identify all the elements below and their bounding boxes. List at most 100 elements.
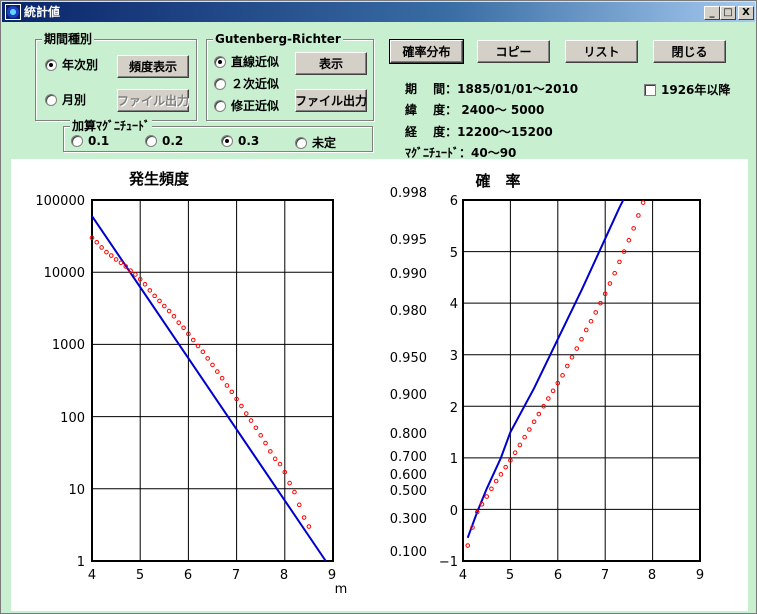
frequency-data-point xyxy=(210,362,215,368)
radio-yearly[interactable]: 年次別 xyxy=(45,56,98,73)
probability-data-point xyxy=(640,200,646,205)
maximize-button[interactable]: □ xyxy=(720,6,736,20)
radio-mag-0-1-label: 0.1 xyxy=(88,134,110,148)
app-icon xyxy=(5,4,21,20)
frequency-data-point xyxy=(239,403,244,409)
frequency-data-point xyxy=(108,253,114,258)
title-bar[interactable]: 統計値 _ □ X xyxy=(2,2,755,22)
probability-data-point xyxy=(498,472,504,477)
frequency-data-point xyxy=(301,515,307,520)
radio-mag-undefined-indicator xyxy=(295,136,307,149)
longitude-info: 経 度：12200～15200 xyxy=(405,125,553,139)
frequency-data-point xyxy=(258,433,263,438)
prob-tick-0950: 0.950 xyxy=(390,351,427,366)
frequency-data-point xyxy=(248,418,254,423)
frequency-data-point xyxy=(147,288,153,293)
frequency-display-button[interactable]: 頻度表示 xyxy=(117,55,189,78)
frequency-data-point xyxy=(253,425,259,431)
probability-data-point xyxy=(607,281,613,286)
probability-distribution-button[interactable]: 確率分布 xyxy=(389,39,464,64)
probability-chart-title: 確 率 xyxy=(474,172,520,190)
prob-tick-0300: 0.300 xyxy=(390,512,427,527)
probability-x-tick-7: 7 xyxy=(601,568,609,583)
probability-y-tick-minus1: −1 xyxy=(439,555,458,570)
statistics-window: 統計値 _ □ X 期間種別 年次別 月別 頻度表示 ファイル出力 Gutenb… xyxy=(0,0,757,614)
gr-file-output-button[interactable]: ファイル出力 xyxy=(295,89,367,112)
radio-mag-0-2-label: 0.2 xyxy=(162,134,184,148)
probability-data-point xyxy=(626,237,632,243)
probability-y-tick-6: 6 xyxy=(450,194,458,209)
frequency-data-point xyxy=(181,325,186,331)
probability-data-point xyxy=(517,442,523,448)
probability-data-point xyxy=(564,363,570,369)
frequency-data-point xyxy=(268,449,273,454)
frequency-y-tick-10000: 10000 xyxy=(44,266,85,281)
probability-y-tick-1: 1 xyxy=(450,452,458,467)
since-1926-checkbox-label: 1926年以降 xyxy=(661,83,731,97)
frequency-data-point xyxy=(243,411,249,416)
frequency-data-point xyxy=(133,272,138,277)
probability-data-point xyxy=(583,327,589,333)
prob-tick-0500: 0.500 xyxy=(390,484,427,499)
period-file-output-button[interactable]: ファイル出力 xyxy=(117,89,189,112)
radio-linear-fit-indicator xyxy=(214,55,226,68)
probability-chart-series xyxy=(465,200,646,548)
probability-data-point xyxy=(493,478,499,484)
probability-data-point xyxy=(617,259,622,265)
prob-tick-0900: 0.900 xyxy=(390,388,427,403)
frequency-data-point xyxy=(104,249,109,255)
radio-monthly-indicator xyxy=(45,93,57,106)
since-1926-checkbox[interactable]: 1926年以降 xyxy=(644,81,730,98)
probability-data-point xyxy=(612,270,617,276)
radio-yearly-indicator xyxy=(45,58,57,71)
probability-data-point xyxy=(484,494,490,499)
prob-tick-0998: 0.998 xyxy=(390,186,427,201)
frequency-data-point xyxy=(118,260,124,266)
radio-quadratic-fit[interactable]: ２次近似 xyxy=(214,75,279,92)
latitude-info: 緯 度： 2400～ 5000 xyxy=(405,103,545,117)
prob-tick-0990: 0.990 xyxy=(390,267,427,282)
radio-mag-0-3[interactable]: 0.3 xyxy=(221,134,259,148)
copy-button[interactable]: コピー xyxy=(477,40,550,63)
radio-mag-0-2[interactable]: 0.2 xyxy=(145,134,183,148)
frequency-chart-series xyxy=(89,215,327,562)
radio-linear-fit[interactable]: 直線近似 xyxy=(214,53,279,70)
frequency-data-point xyxy=(200,349,206,355)
frequency-chart-y-ticks: 1 10 100 1000 10000 100000 xyxy=(35,194,85,570)
frequency-y-tick-1000: 1000 xyxy=(52,338,85,353)
prob-tick-0800: 0.800 xyxy=(390,427,427,442)
frequency-data-point xyxy=(162,303,167,309)
frequency-data-point xyxy=(142,281,148,287)
period-info: 期 間：1885/01/01～2010 xyxy=(405,82,579,96)
probability-data-point xyxy=(636,213,641,218)
probability-x-tick-4: 4 xyxy=(459,568,467,583)
radio-mag-undefined[interactable]: 未定 xyxy=(295,134,336,151)
frequency-y-tick-100000: 100000 xyxy=(35,194,85,209)
minimize-button[interactable]: _ xyxy=(704,6,720,20)
probability-chart-y-ticks: 6 5 4 3 2 1 0 −1 xyxy=(439,194,458,570)
frequency-data-point xyxy=(190,337,196,343)
list-button[interactable]: リスト xyxy=(565,40,638,63)
frequency-data-point xyxy=(229,389,235,395)
frequency-x-axis-label: m xyxy=(335,582,348,597)
frequency-data-point xyxy=(171,314,177,319)
frequency-chart-grid xyxy=(92,200,333,561)
prob-tick-0100: 0.100 xyxy=(390,545,427,560)
close-window-button[interactable]: X xyxy=(738,6,754,20)
frequency-data-point xyxy=(205,356,210,361)
frequency-data-point xyxy=(224,383,230,388)
radio-linear-fit-label: 直線近似 xyxy=(231,55,280,69)
frequency-x-tick-7: 7 xyxy=(232,568,240,583)
frequency-y-tick-100: 100 xyxy=(60,411,85,426)
frequency-data-point xyxy=(152,293,157,299)
radio-mag-0-1[interactable]: 0.1 xyxy=(71,134,109,148)
probability-chart-frame xyxy=(462,199,701,562)
frequency-data-point xyxy=(176,320,182,325)
probability-data-point xyxy=(569,354,575,360)
radio-modified-fit[interactable]: 修正近似 xyxy=(214,97,279,114)
frequency-y-tick-10: 10 xyxy=(68,483,85,498)
radio-monthly[interactable]: 月別 xyxy=(45,91,86,108)
frequency-data-point xyxy=(157,298,162,304)
close-button[interactable]: 閉じる xyxy=(653,40,726,63)
gr-show-button[interactable]: 表示 xyxy=(295,52,367,75)
